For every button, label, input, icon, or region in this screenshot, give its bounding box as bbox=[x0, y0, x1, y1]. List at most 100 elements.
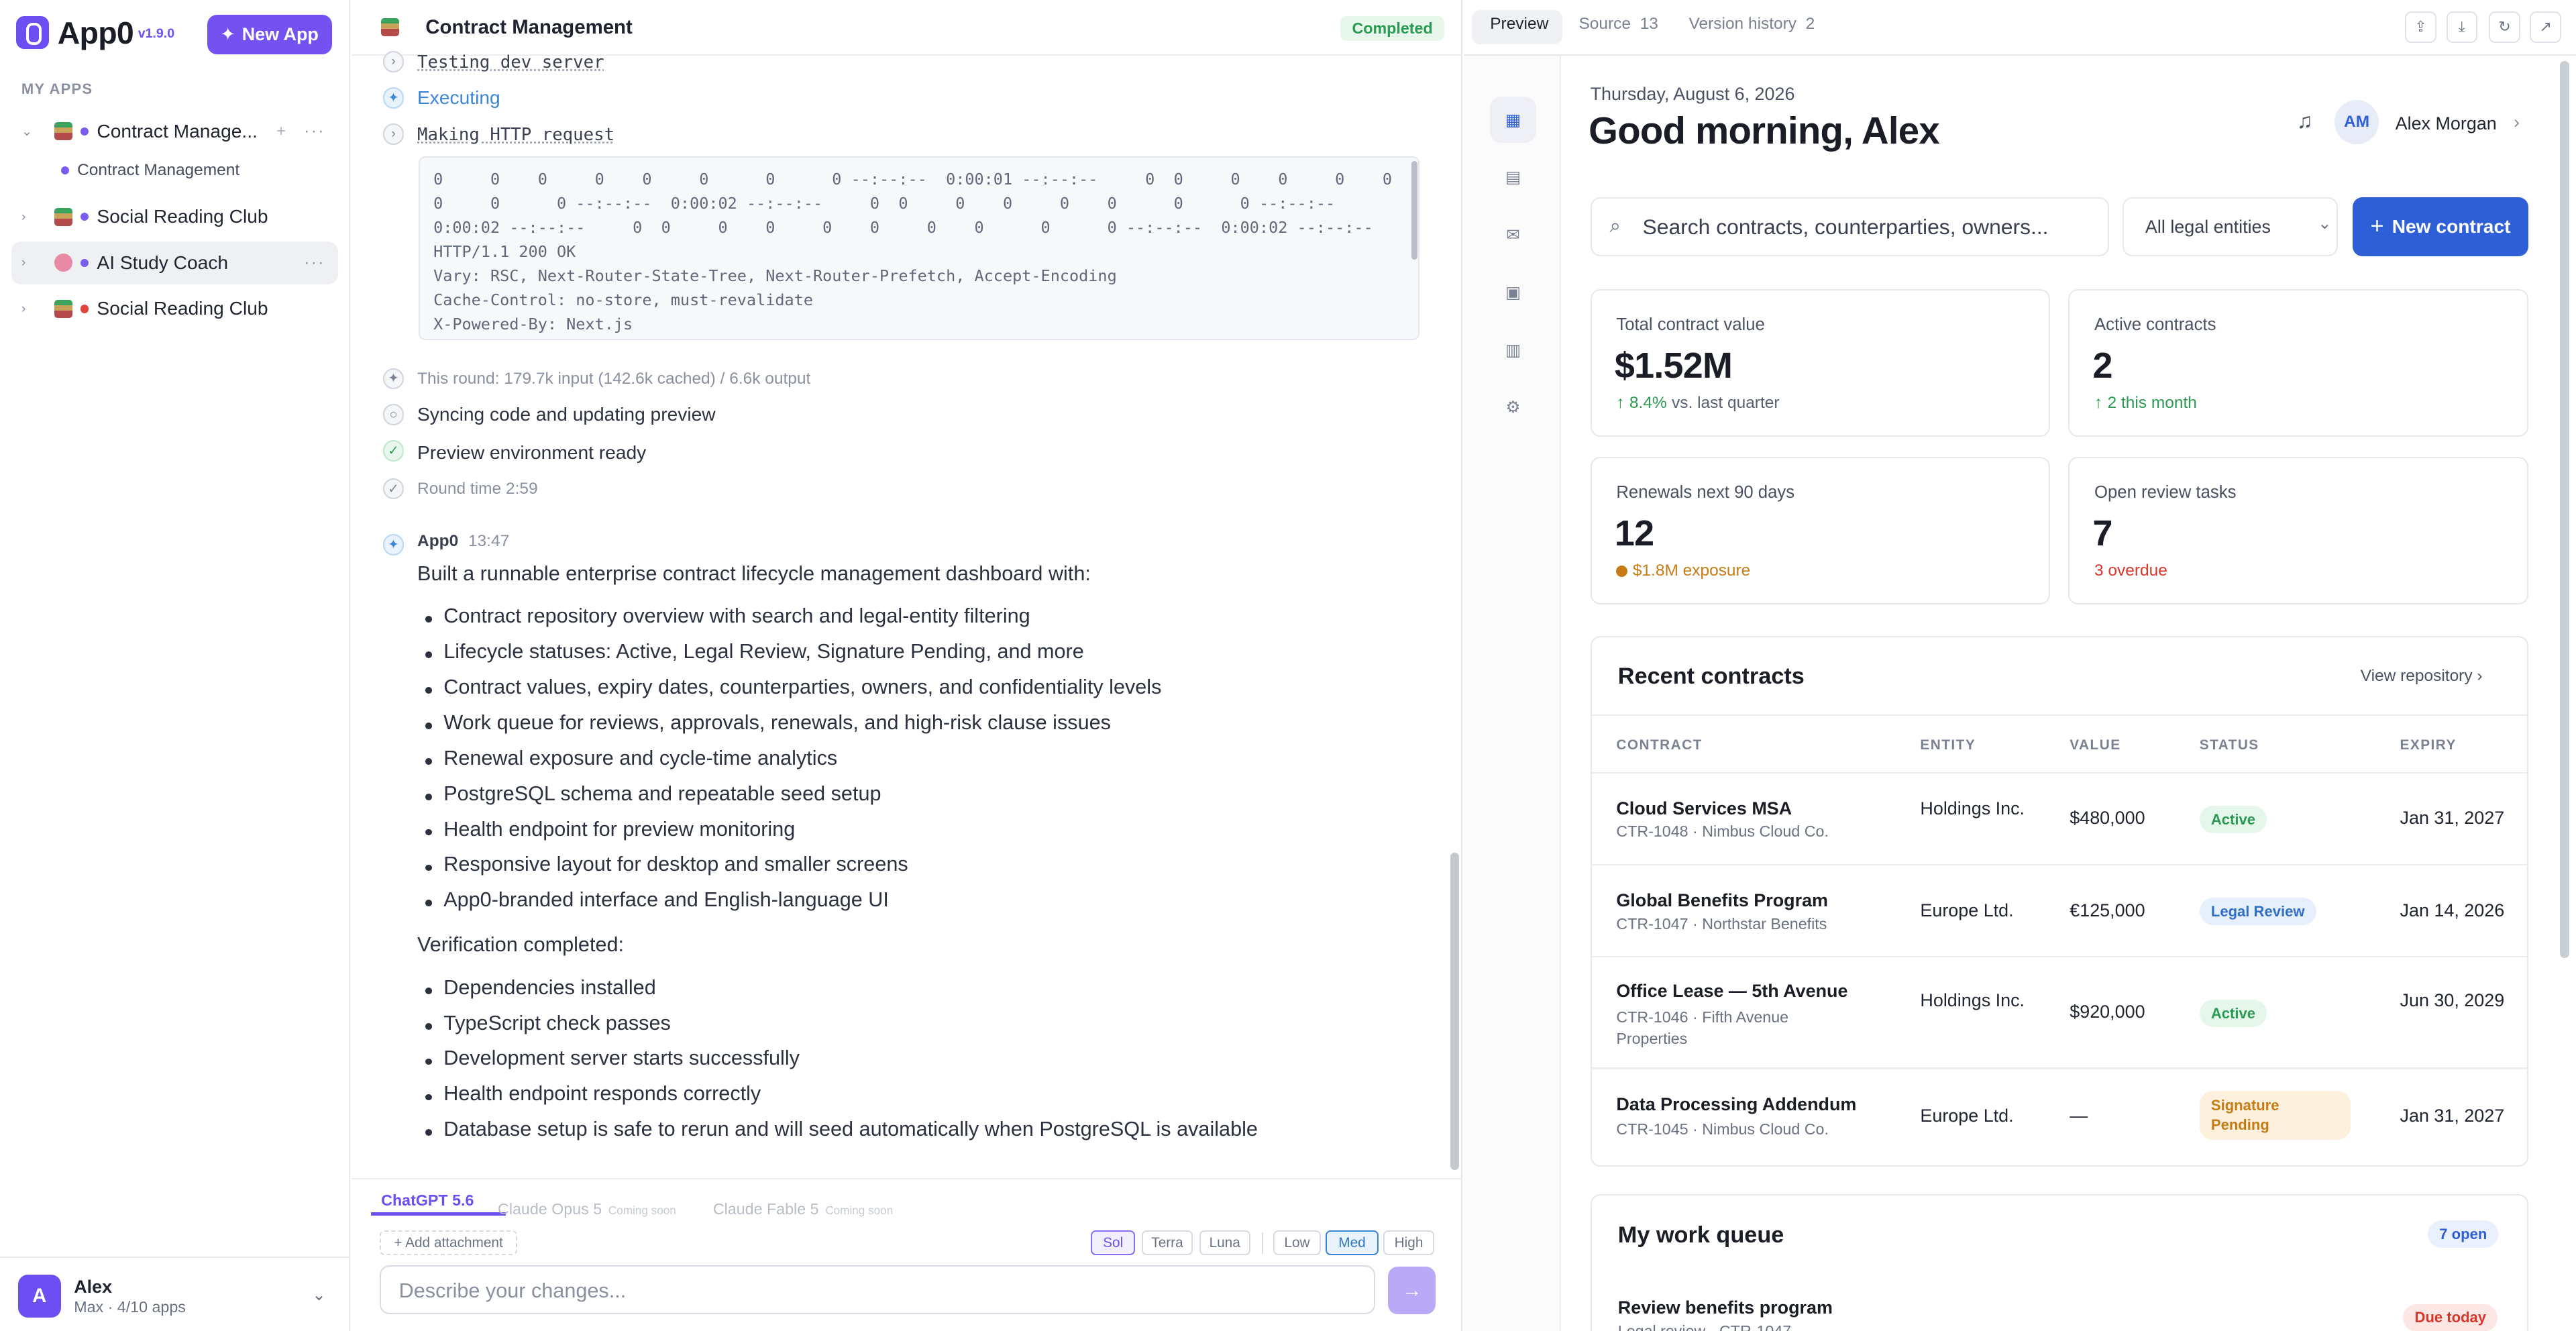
dashboard-icon[interactable]: ▦ bbox=[1490, 97, 1536, 144]
table-row[interactable]: Office Lease — 5th Avenue CTR-1046 · Fif… bbox=[1592, 957, 2527, 1067]
status-badge: Active bbox=[2199, 802, 2267, 833]
effort-med[interactable]: Med bbox=[1326, 1230, 1379, 1256]
user-name[interactable]: Alex Morgan bbox=[2396, 113, 2497, 134]
chat-scrollbar[interactable] bbox=[1450, 853, 1459, 1170]
kpi-label: Active contracts bbox=[2094, 315, 2216, 334]
style-luna[interactable]: Luna bbox=[1199, 1230, 1250, 1256]
column-header: EXPIRY bbox=[2400, 737, 2457, 753]
app-item-social-reading-club[interactable]: › Social Reading Club bbox=[11, 195, 338, 238]
prompt-input[interactable]: Describe your changes... bbox=[379, 1265, 1375, 1315]
share-icon[interactable]: ⇪ bbox=[2405, 11, 2436, 43]
new-app-label: New App bbox=[241, 23, 319, 44]
app-subitem[interactable]: Contract Management bbox=[60, 161, 240, 180]
tab-preview[interactable]: Preview bbox=[1490, 15, 1548, 34]
list-item: TypeScript check passes bbox=[425, 1012, 1258, 1047]
tab-chatgpt[interactable]: ChatGPT 5.6 bbox=[381, 1191, 474, 1210]
queue-item-title[interactable]: Review benefits program bbox=[1618, 1297, 1833, 1318]
search-icon: ⌕ bbox=[1609, 215, 1621, 237]
bell-icon[interactable]: ♫ bbox=[2297, 109, 2313, 134]
table-row[interactable]: Global Benefits Program CTR-1047 · North… bbox=[1592, 865, 2527, 956]
preview-scrollbar[interactable] bbox=[2559, 60, 2570, 958]
chat-title: Contract Management bbox=[425, 16, 633, 39]
app-item-label: Social Reading Club bbox=[97, 206, 268, 227]
kpi-card-renewals: Renewals next 90 days 12 $1.8M exposure bbox=[1590, 456, 2051, 605]
kpi-label: Total contract value bbox=[1616, 315, 1765, 334]
contract-name: Data Processing Addendum bbox=[1616, 1094, 1857, 1114]
divider bbox=[1261, 1232, 1264, 1254]
table-row[interactable]: Cloud Services MSA CTR-1048 · Nimbus Clo… bbox=[1592, 774, 2527, 864]
refresh-icon[interactable]: ↻ bbox=[2489, 11, 2520, 43]
coming-soon-label: Coming soon bbox=[608, 1203, 676, 1217]
active-tab-underline bbox=[371, 1212, 506, 1216]
avatar[interactable]: AM bbox=[2334, 100, 2379, 145]
effort-high[interactable]: High bbox=[1383, 1230, 1434, 1256]
add-icon[interactable]: + bbox=[276, 122, 288, 141]
chevron-right-icon[interactable]: › bbox=[21, 255, 41, 270]
delta-value: 8.4% bbox=[1629, 394, 1667, 413]
status-dot bbox=[80, 127, 89, 136]
sync-icon: ○ bbox=[382, 404, 405, 426]
app-item-contract-management[interactable]: ⌄ Contract Manage... + ··· bbox=[11, 110, 338, 153]
entity-select[interactable]: All legal entities ⌄ bbox=[2123, 197, 2338, 257]
app-item-social-reading-club-2[interactable]: › Social Reading Club bbox=[11, 288, 338, 331]
status-dot bbox=[80, 305, 89, 313]
document-icon[interactable]: ▤ bbox=[1490, 154, 1536, 201]
calendar-icon[interactable]: ▣ bbox=[1490, 270, 1536, 316]
download-icon[interactable]: ⤓ bbox=[2446, 11, 2478, 43]
new-app-button[interactable]: ✦ New App bbox=[207, 15, 332, 54]
greeting: Good morning, Alex bbox=[1589, 109, 1940, 152]
tab-count: 2 bbox=[1805, 15, 1815, 34]
list-item: Dependencies installed bbox=[425, 976, 1258, 1012]
terminal-output[interactable]: 0 0 0 0 0 0 0 0 --:--:-- 0:00:01 --:--:-… bbox=[419, 156, 1419, 340]
tab-claude-opus[interactable]: Claude Opus 5 Coming soon bbox=[498, 1191, 676, 1221]
style-sol[interactable]: Sol bbox=[1091, 1230, 1136, 1256]
app-item-label: Contract Manage... bbox=[97, 120, 258, 142]
more-options-icon[interactable]: ··· bbox=[304, 122, 325, 141]
tab-claude-fable[interactable]: Claude Fable 5 Coming soon bbox=[713, 1191, 893, 1221]
list-item: PostgreSQL schema and repeatable seed se… bbox=[425, 782, 1161, 818]
subitem-label: Contract Management bbox=[77, 161, 240, 179]
more-options-icon[interactable]: ··· bbox=[304, 254, 325, 272]
chevron-down-icon[interactable]: ⌄ bbox=[21, 123, 41, 140]
recent-contracts-card: Recent contracts View repository › CONTR… bbox=[1590, 635, 2528, 1167]
tab-version-history[interactable]: Version history 2 bbox=[1689, 15, 1815, 34]
tab-source[interactable]: Source 13 bbox=[1578, 15, 1658, 34]
inbox-icon[interactable]: ✉ bbox=[1490, 212, 1536, 258]
books-icon bbox=[54, 299, 72, 318]
my-apps-heading: MY APPS bbox=[21, 81, 93, 97]
list-item: Contract values, expiry dates, counterpa… bbox=[425, 676, 1161, 711]
contract-name: Office Lease — 5th Avenue bbox=[1616, 980, 1848, 1001]
kpi-value: 7 bbox=[2092, 513, 2113, 553]
chevron-right-icon: › bbox=[2477, 666, 2483, 685]
chevron-down-icon[interactable]: ⌄ bbox=[312, 1285, 326, 1305]
verify-heading: Verification completed: bbox=[417, 933, 624, 957]
app0-logo-icon bbox=[16, 16, 50, 50]
new-contract-button[interactable]: + New contract bbox=[2352, 197, 2528, 257]
open-external-icon[interactable]: ↗ bbox=[2530, 11, 2561, 43]
syncing-label: Syncing code and updating preview bbox=[417, 404, 716, 425]
app-item-ai-study-coach[interactable]: › AI Study Coach ··· bbox=[11, 242, 339, 284]
search-input[interactable]: ⌕ Search contracts, counterparties, owne… bbox=[1590, 197, 2110, 257]
chevron-right-icon: › bbox=[2513, 111, 2520, 132]
status-badge: Signature Pending bbox=[2199, 1090, 2351, 1140]
settings-icon[interactable]: ⚙ bbox=[1490, 384, 1536, 431]
send-button[interactable]: → bbox=[1388, 1267, 1436, 1315]
step-label[interactable]: Testing dev server bbox=[417, 52, 604, 72]
kpi-value: $1.52M bbox=[1614, 345, 1733, 386]
view-repository-link[interactable]: View repository › bbox=[2361, 667, 2483, 686]
terminal-scrollbar[interactable] bbox=[1411, 161, 1418, 260]
step-label[interactable]: Making HTTP request bbox=[417, 125, 614, 145]
status-badge: Legal Review bbox=[2199, 894, 2316, 926]
add-attachment-button[interactable]: + Add attachment bbox=[379, 1230, 518, 1256]
status-label: Active bbox=[2199, 806, 2267, 833]
table-row[interactable]: Data Processing Addendum CTR-1045 · Nimb… bbox=[1592, 1069, 2527, 1165]
chart-icon[interactable]: ▥ bbox=[1490, 327, 1536, 373]
list-item: Health endpoint responds correctly bbox=[425, 1082, 1258, 1118]
avatar: A bbox=[17, 1275, 61, 1318]
style-terra[interactable]: Terra bbox=[1142, 1230, 1193, 1256]
divider bbox=[1591, 714, 2527, 716]
effort-low[interactable]: Low bbox=[1273, 1230, 1321, 1256]
chevron-right-icon[interactable]: › bbox=[21, 209, 41, 225]
brand-name: App0 bbox=[57, 15, 134, 51]
chevron-right-icon[interactable]: › bbox=[21, 301, 41, 317]
